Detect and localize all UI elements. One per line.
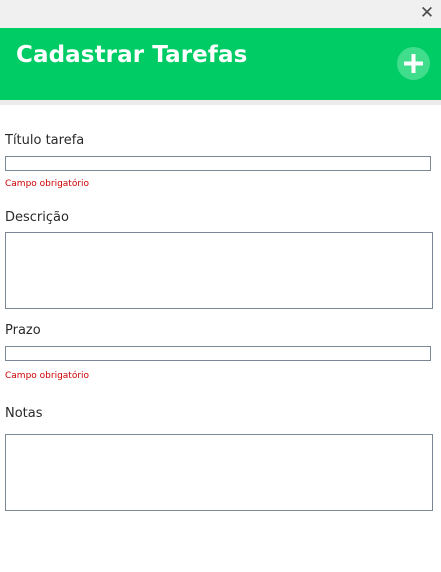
title-input[interactable] [5, 156, 431, 171]
title-error-message: Campo obrigatório [5, 179, 90, 189]
header-divider [0, 100, 441, 105]
deadline-error-message: Campo obrigatório [5, 371, 90, 381]
plus-icon [404, 54, 423, 73]
deadline-field-label: Prazo [5, 323, 41, 338]
description-field-label: Descrição [5, 210, 69, 225]
window-titlebar: ✕ [0, 0, 441, 28]
page-title: Cadastrar Tarefas [16, 42, 248, 68]
add-task-button[interactable] [397, 47, 430, 80]
notes-field-label: Notas [5, 406, 43, 421]
deadline-input[interactable] [5, 346, 431, 361]
title-field-label: Título tarefa [5, 133, 85, 148]
description-textarea[interactable] [5, 232, 433, 309]
notes-textarea[interactable] [5, 434, 433, 511]
close-icon[interactable]: ✕ [416, 2, 438, 24]
